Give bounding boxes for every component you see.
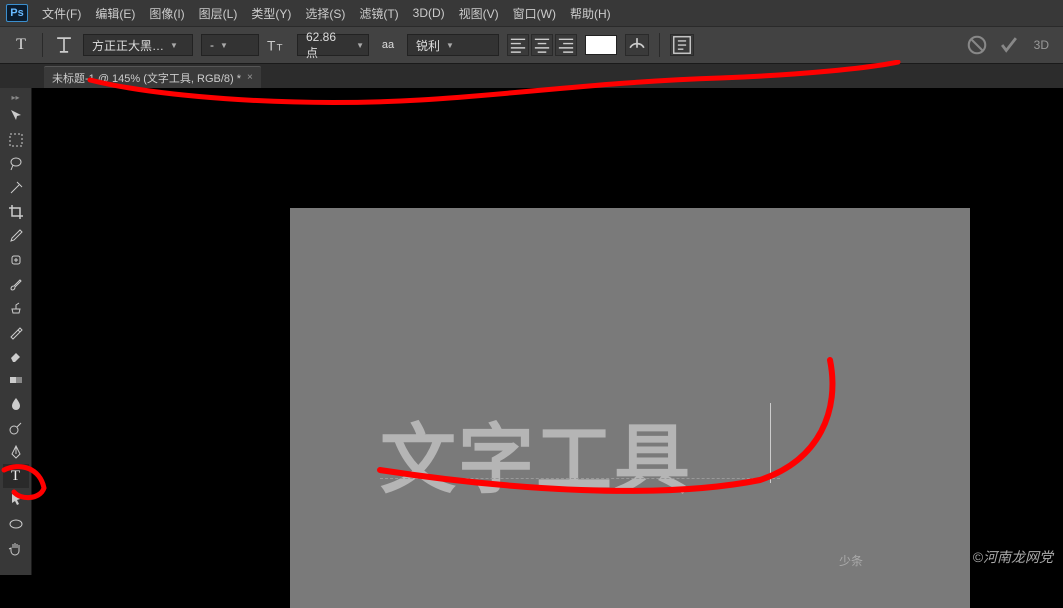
toolbox-collapse-icon[interactable]: ▸▸ (2, 92, 30, 102)
text-layer[interactable]: 文字工具 (380, 398, 692, 508)
warp-text-button[interactable] (625, 34, 649, 56)
antialias-icon: aa (377, 34, 399, 56)
healing-brush-tool[interactable] (3, 248, 29, 272)
character-panel-button[interactable] (670, 34, 694, 56)
path-selection-tool[interactable] (3, 488, 29, 512)
chevron-down-icon: ▼ (170, 41, 178, 50)
menu-view[interactable]: 视图(V) (459, 5, 499, 22)
options-bar: T 方正正大黑… ▼ - ▼ TT 62.86 点 ▼ aa 锐利 ▼ (0, 26, 1063, 64)
menu-3d[interactable]: 3D(D) (413, 6, 445, 20)
align-right-button[interactable] (555, 34, 577, 56)
align-center-button[interactable] (531, 34, 553, 56)
hand-tool[interactable] (3, 536, 29, 560)
font-style-value: - (210, 38, 214, 52)
dodge-tool[interactable] (3, 416, 29, 440)
menu-layer[interactable]: 图层(L) (199, 5, 238, 22)
watermark-text: ©河南龙网党 (973, 547, 1053, 567)
text-align-group (507, 34, 577, 56)
text-caret (770, 403, 771, 483)
svg-text:T: T (277, 43, 283, 54)
menu-file[interactable]: 文件(F) (42, 5, 81, 22)
font-size-value: 62.86 点 (306, 30, 350, 61)
menu-help[interactable]: 帮助(H) (570, 5, 611, 22)
text-color-swatch[interactable] (585, 35, 617, 55)
close-tab-icon[interactable]: × (247, 72, 253, 83)
chevron-down-icon: ▼ (446, 41, 454, 50)
menu-image[interactable]: 图像(I) (149, 5, 184, 22)
font-size-dropdown[interactable]: 62.86 点 ▼ (297, 34, 369, 56)
canvas-area[interactable]: 文字工具 (32, 88, 1063, 575)
document-tab-bar: 未标题-1 @ 145% (文字工具, RGB/8) * × (0, 64, 1063, 88)
font-family-value: 方正正大黑… (92, 37, 164, 54)
svg-text:T: T (267, 39, 276, 54)
separator (659, 33, 660, 57)
commit-icon[interactable] (998, 34, 1020, 56)
font-family-dropdown[interactable]: 方正正大黑… ▼ (83, 34, 193, 56)
lasso-tool[interactable] (3, 152, 29, 176)
toolbox: ▸▸ T (0, 88, 32, 575)
menu-select[interactable]: 选择(S) (305, 5, 345, 22)
crop-tool[interactable] (3, 200, 29, 224)
font-style-dropdown[interactable]: - ▼ (201, 34, 259, 56)
pen-tool[interactable] (3, 440, 29, 464)
font-size-icon: TT (267, 34, 289, 56)
gradient-tool[interactable] (3, 368, 29, 392)
shape-tool[interactable] (3, 512, 29, 536)
marquee-tool[interactable] (3, 128, 29, 152)
brush-tool[interactable] (3, 272, 29, 296)
document-tab[interactable]: 未标题-1 @ 145% (文字工具, RGB/8) * × (44, 66, 261, 88)
clone-stamp-tool[interactable] (3, 296, 29, 320)
text-baseline (380, 478, 780, 479)
3d-button[interactable]: 3D (1030, 34, 1053, 56)
menu-filter[interactable]: 滤镜(T) (359, 5, 398, 22)
document-tab-title: 未标题-1 @ 145% (文字工具, RGB/8) * (52, 70, 241, 86)
watermark-logo: 少条 (839, 552, 863, 569)
tool-preset-icon[interactable]: T (10, 34, 32, 56)
antialias-dropdown[interactable]: 锐利 ▼ (407, 34, 499, 56)
align-left-button[interactable] (507, 34, 529, 56)
text-orientation-icon[interactable] (53, 34, 75, 56)
separator (42, 33, 43, 57)
magic-wand-tool[interactable] (3, 176, 29, 200)
chevron-down-icon: ▼ (356, 41, 364, 50)
history-brush-tool[interactable] (3, 320, 29, 344)
type-tool[interactable]: T (3, 464, 29, 488)
chevron-down-icon: ▼ (220, 41, 228, 50)
document-canvas[interactable]: 文字工具 (290, 208, 970, 608)
commit-group: 3D (966, 34, 1053, 56)
eyedropper-tool[interactable] (3, 224, 29, 248)
menu-window[interactable]: 窗口(W) (513, 5, 556, 22)
menu-type[interactable]: 类型(Y) (251, 5, 291, 22)
eraser-tool[interactable] (3, 344, 29, 368)
move-tool[interactable] (3, 104, 29, 128)
antialias-value: 锐利 (416, 37, 440, 54)
cancel-icon[interactable] (966, 34, 988, 56)
menu-edit[interactable]: 编辑(E) (95, 5, 135, 22)
menu-bar: Ps 文件(F) 编辑(E) 图像(I) 图层(L) 类型(Y) 选择(S) 滤… (0, 0, 1063, 26)
app-logo: Ps (6, 4, 28, 22)
blur-tool[interactable] (3, 392, 29, 416)
